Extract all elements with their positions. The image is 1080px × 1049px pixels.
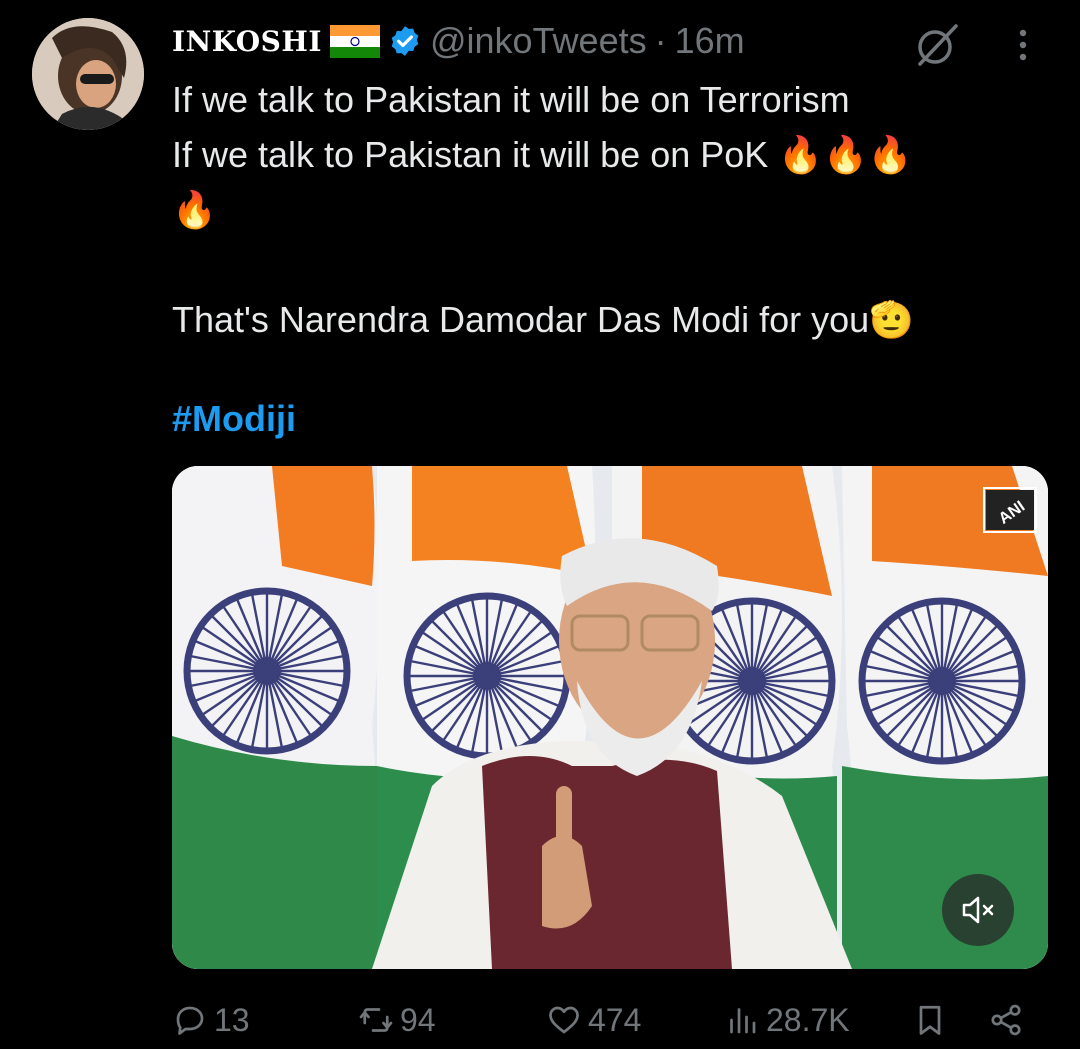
tweet-line: 🔥 — [172, 189, 217, 230]
tweet-line: If we talk to Pakistan it will be on PoK… — [172, 134, 913, 175]
like-icon — [549, 1006, 579, 1034]
tweet-header: INKOSHI @inkoTweets · 16m — [172, 18, 745, 64]
bookmark-icon — [919, 1005, 941, 1035]
like-button[interactable]: 474 — [546, 994, 641, 1046]
repost-icon — [359, 1008, 393, 1032]
bookmark-button[interactable] — [912, 994, 948, 1046]
mute-button[interactable] — [942, 874, 1014, 946]
timestamp[interactable]: 16m — [675, 20, 745, 62]
grok-icon[interactable] — [912, 20, 962, 70]
views-icon — [730, 1008, 756, 1034]
repost-count: 94 — [400, 1001, 436, 1038]
user-handle[interactable]: @inkoTweets — [430, 20, 647, 62]
views-button[interactable]: 28.7K — [724, 994, 850, 1046]
more-icon[interactable] — [1008, 20, 1038, 70]
tweet-line: That's Narendra Damodar Das Modi for you… — [172, 299, 914, 340]
reply-button[interactable]: 13 — [172, 994, 250, 1046]
ani-watermark-logo: ANI — [982, 486, 1038, 534]
reply-icon — [176, 1006, 204, 1035]
tweet-line: If we talk to Pakistan it will be on Ter… — [172, 79, 850, 120]
share-button[interactable] — [988, 994, 1024, 1046]
reply-count: 13 — [214, 1001, 250, 1038]
india-flag-icon — [329, 24, 380, 58]
avatar[interactable] — [32, 18, 144, 130]
separator: · — [654, 20, 667, 61]
tweet-video[interactable]: ANI — [172, 466, 1048, 969]
like-count: 474 — [588, 1001, 642, 1038]
share-icon — [991, 1004, 1021, 1036]
mute-icon — [962, 896, 994, 924]
verified-badge-icon[interactable] — [388, 24, 422, 58]
tweet-text: If we talk to Pakistan it will be on Ter… — [172, 72, 1052, 347]
display-name[interactable]: INKOSHI — [172, 25, 322, 58]
views-count: 28.7K — [766, 1001, 850, 1038]
video-frame — [172, 466, 1048, 969]
tweet-actions: 13 94 474 28.7K — [172, 994, 1040, 1046]
repost-button[interactable]: 94 — [358, 994, 436, 1046]
hashtag-link[interactable]: #Modiji — [172, 398, 296, 440]
